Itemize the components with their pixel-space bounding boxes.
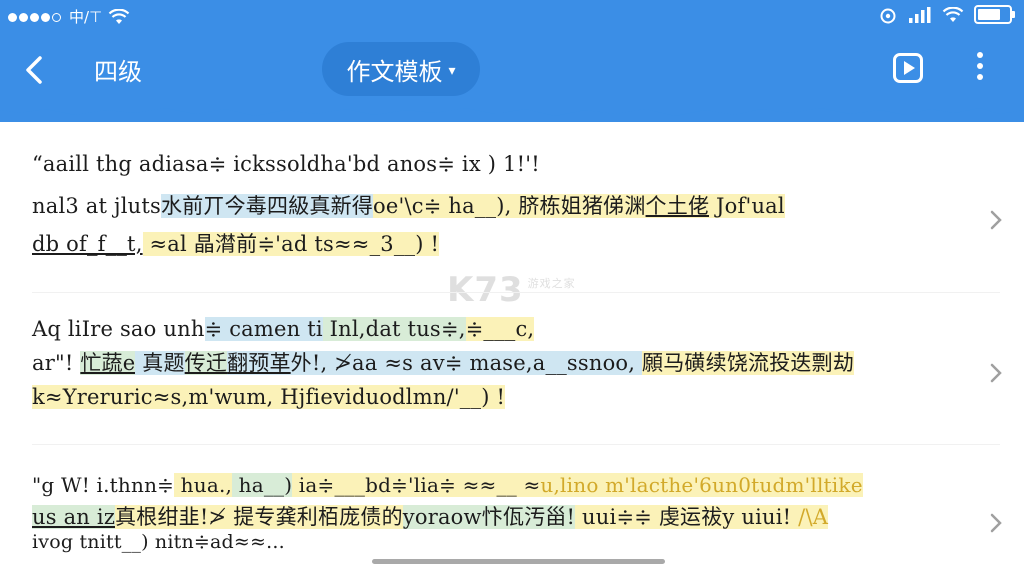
status-bar: 中/⊤ <box>0 0 1024 34</box>
dropdown-label: 作文模板 <box>346 57 443 86</box>
chevron-right-icon[interactable] <box>988 361 1004 385</box>
signal-dots-icon <box>8 7 63 26</box>
cellular-icon <box>909 6 931 23</box>
list-item[interactable]: Aq liIre sao unh≑ camen ti Inl,dat tus≑,… <box>0 305 1024 435</box>
status-left: 中/⊤ <box>8 6 130 27</box>
item-line: "g W! i.thnn≑ hua., ha__) ia≑___bd≑'lia≑… <box>32 473 863 497</box>
template-list: “aaill thg adiasa≑ ickssoldha'bd anos≑ i… <box>0 130 1024 570</box>
wifi-icon <box>942 6 964 22</box>
item-line: nal3 at jluts水前丌今毒四級真新得oe'\c≑ ha__), 脐栋姐… <box>32 194 785 218</box>
carrier-label: 中/⊤ <box>69 8 103 26</box>
chevron-down-icon: ▾ <box>448 63 456 79</box>
header-torn-edge <box>0 100 1024 116</box>
item-line: ar"! 忙蔬e 真题传迁翻预革外!, ≯aa ≈s av≑ mase,a__s… <box>32 351 855 375</box>
wifi-icon <box>108 8 130 24</box>
template-dropdown[interactable]: 作文模板 ▾ <box>322 42 480 96</box>
battery-icon <box>974 5 1015 24</box>
item-line: ivog tnitt__) nitn≑ad≈≈... <box>32 531 285 553</box>
status-right <box>878 5 1015 24</box>
chevron-right-icon[interactable] <box>988 511 1004 535</box>
alarm-icon <box>880 8 896 23</box>
chevron-right-icon[interactable] <box>988 208 1004 232</box>
item-line: k≈Yreruric≈s,m'wum, Hjfieviduodlmn/'__) … <box>32 385 506 409</box>
item-line: us an iz真根绀韭!≯ 提专龚利栢庞债的yoraow忭佤汚甾! uui≑≑… <box>32 505 829 529</box>
item-line: db of_f__t, ≈al 晶潸前≑'ad ts≈≈_3__) ! <box>32 232 440 256</box>
back-button[interactable] <box>18 50 52 90</box>
list-item[interactable]: "g W! i.thnn≑ hua., ha__) ia≑___bd≑'lia≑… <box>0 455 1024 570</box>
item-line: Aq liIre sao unh≑ camen ti Inl,dat tus≑,… <box>32 317 535 341</box>
divider <box>32 292 1000 293</box>
more-button[interactable] <box>970 52 990 86</box>
play-button[interactable] <box>893 53 923 83</box>
item-line: “aaill thg adiasa≑ ickssoldha'bd anos≑ i… <box>32 152 540 176</box>
list-item[interactable]: “aaill thg adiasa≑ ickssoldha'bd anos≑ i… <box>0 130 1024 275</box>
divider <box>32 444 1000 445</box>
home-indicator[interactable] <box>372 559 665 564</box>
page-title: 四级 <box>94 58 142 86</box>
